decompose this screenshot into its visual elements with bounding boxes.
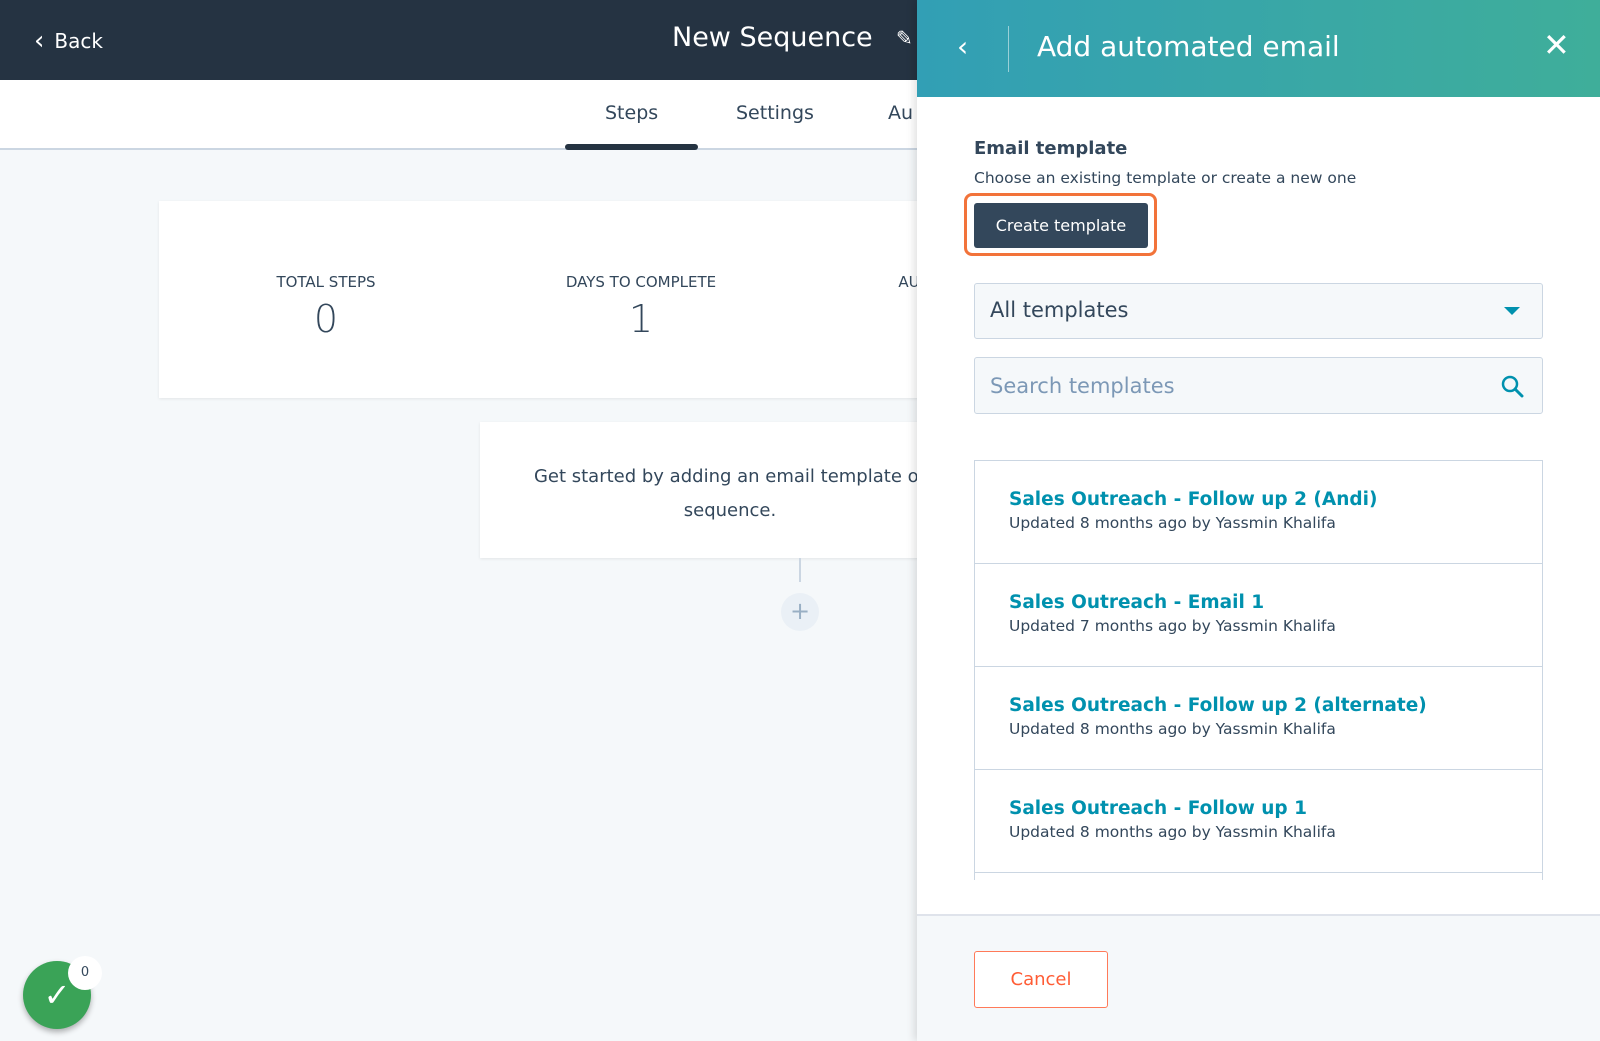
divider: [1008, 26, 1009, 72]
template-name[interactable]: Sales Outreach - Follow up 2 (Andi): [1009, 489, 1508, 510]
tab-steps[interactable]: Steps: [564, 102, 699, 150]
template-meta: Updated 8 months ago by Yassmin Khalifa: [1009, 514, 1336, 532]
chevron-left-icon: ‹: [34, 26, 45, 56]
panel-title: Add automated email: [1037, 30, 1340, 63]
back-label: Back: [54, 29, 103, 53]
search-icon[interactable]: [1500, 374, 1524, 398]
add-email-panel: ‹ Add automated email ✕ Email template C…: [917, 0, 1600, 1041]
empty-state-card: Get started by adding an email template …: [480, 422, 980, 558]
template-meta: Updated 8 months ago by Yassmin Khalifa: [1009, 823, 1336, 841]
pencil-icon[interactable]: ✎: [896, 26, 913, 50]
checkmark-icon: ✓: [43, 976, 71, 1014]
stat-total-steps: TOTAL STEPS 0: [216, 273, 436, 341]
stat-days: DAYS TO COMPLETE 1: [531, 273, 751, 341]
search-templates: [974, 357, 1543, 414]
stat-label: TOTAL STEPS: [276, 273, 376, 291]
template-name[interactable]: Sales Outreach - Follow up 1: [1009, 798, 1508, 819]
list-item[interactable]: Sales Outreach - Follow up 2 (alternate)…: [975, 667, 1542, 770]
stats-card: TOTAL STEPS 0 DAYS TO COMPLETE 1 AU: [159, 201, 959, 398]
template-meta: Updated 8 months ago by Yassmin Khalifa: [1009, 720, 1336, 738]
tab-automation[interactable]: Au: [888, 102, 913, 124]
section-subtitle: Choose an existing template or create a …: [974, 169, 1357, 187]
dropdown-value: All templates: [990, 298, 1129, 322]
stat-value: 1: [628, 297, 654, 341]
section-title: Email template: [974, 138, 1128, 159]
template-list: Sales Outreach - Follow up 2 (Andi) Updat…: [974, 460, 1543, 880]
create-template-button[interactable]: Create template: [974, 203, 1148, 248]
stat-label: DAYS TO COMPLETE: [565, 273, 717, 291]
template-name[interactable]: Sales Outreach - Email 1: [1009, 592, 1508, 613]
panel-back-button[interactable]: ‹: [957, 30, 968, 63]
empty-text: Get started by adding an email template …: [533, 466, 927, 487]
tasks-count-badge: 0: [68, 956, 102, 990]
template-filter-dropdown[interactable]: All templates: [974, 283, 1543, 339]
list-item[interactable]: Sales Outreach - Follow up 1 Updated 8 mo…: [975, 770, 1542, 873]
template-name[interactable]: Sales Outreach - Follow up 2 (alternate): [1009, 695, 1508, 716]
template-meta: Updated 7 months ago by Yassmin Khalifa: [1009, 617, 1336, 635]
list-item[interactable]: Sales Outreach - Follow up 2 (Andi) Updat…: [975, 461, 1542, 564]
empty-text-2: sequence.: [683, 500, 777, 521]
tab-settings[interactable]: Settings: [736, 102, 814, 124]
list-item[interactable]: Sales Outreach - Email 1 Updated 7 months…: [975, 564, 1542, 667]
page-title: New Sequence: [672, 22, 873, 53]
panel-footer: Cancel: [917, 914, 1600, 1041]
back-button[interactable]: ‹ Back: [34, 26, 103, 56]
close-icon[interactable]: ✕: [1543, 26, 1570, 64]
panel-header: ‹ Add automated email ✕: [917, 0, 1600, 97]
connector-line: [799, 558, 801, 582]
caret-down-icon: [1504, 307, 1520, 315]
add-step-button[interactable]: +: [781, 593, 819, 631]
stat-value: 0: [313, 297, 339, 341]
cancel-button[interactable]: Cancel: [974, 951, 1108, 1008]
search-input[interactable]: [975, 358, 1475, 413]
